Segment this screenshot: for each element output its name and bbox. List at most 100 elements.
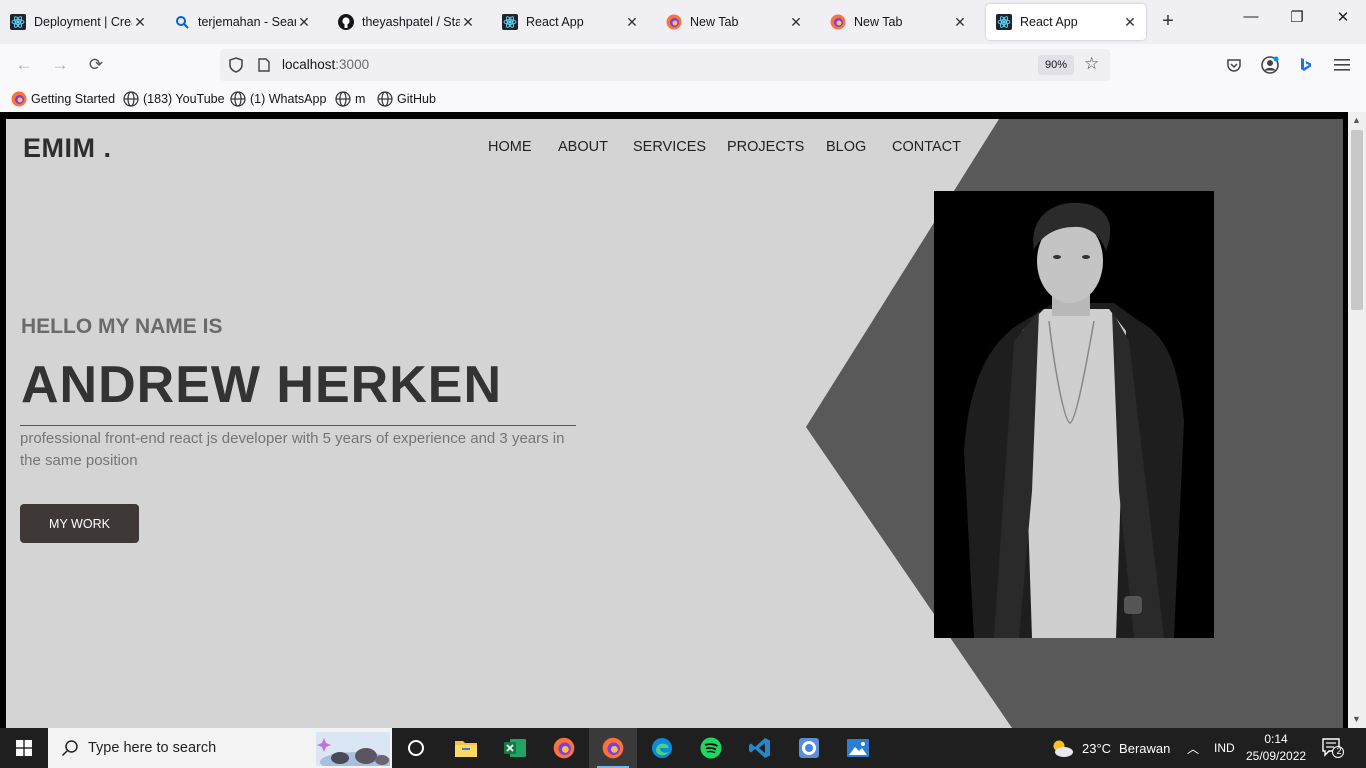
shield-icon[interactable] (229, 57, 243, 78)
tab-title: Deployment | Create (34, 15, 132, 29)
taskbar-spotify[interactable] (687, 728, 735, 768)
show-hidden-icons-button[interactable]: ︿ (1187, 728, 1199, 768)
close-tab-icon[interactable]: ✕ (460, 14, 476, 31)
bing-icon[interactable] (1296, 55, 1316, 75)
restore-button[interactable]: ❐ (1274, 8, 1320, 26)
back-button[interactable]: ← (12, 54, 36, 76)
nav-blog[interactable]: BLOG (826, 139, 866, 155)
firefox-icon (553, 737, 575, 759)
taskbar-search-box[interactable]: Type here to search (48, 728, 392, 768)
photos-icon (847, 739, 869, 757)
bookmark-label: (1) WhatsApp (250, 92, 327, 106)
tab-title: terjemahan - Search (198, 15, 296, 29)
tab-terjemahan[interactable]: terjemahan - Search ✕ (164, 4, 320, 40)
scroll-up-icon[interactable]: ▲ (1352, 115, 1361, 125)
chevron-up-icon: ︿ (1187, 741, 1200, 756)
zoom-level[interactable]: 90% (1038, 55, 1075, 75)
taskbar-firefox[interactable] (540, 728, 588, 768)
react-icon (502, 14, 518, 30)
bookmark-whatsapp[interactable]: (1) WhatsApp (230, 91, 326, 107)
taskbar-vscode[interactable] (736, 728, 784, 768)
clock[interactable]: 0:14 25/09/2022 (1246, 728, 1306, 768)
search-icon (174, 14, 190, 30)
firefox-icon (11, 91, 27, 107)
search-placeholder: Type here to search (88, 740, 217, 756)
edge-icon (652, 738, 672, 758)
firefox-icon (666, 14, 682, 30)
bookmark-youtube[interactable]: (183) YouTube (123, 91, 225, 107)
firefox-icon (830, 14, 846, 30)
search-icon (61, 740, 78, 757)
tab-title: New Tab (854, 15, 903, 29)
tab-react-app[interactable]: React App ✕ (492, 4, 648, 40)
scroll-down-icon[interactable]: ▼ (1352, 714, 1361, 724)
my-work-button[interactable]: MY WORK (20, 504, 139, 543)
account-icon[interactable] (1260, 55, 1280, 75)
navigation-toolbar: ← → ⟳ localhost:3000 90% ☆ (0, 44, 1366, 86)
clock-date: 25/09/2022 (1246, 749, 1307, 763)
tab-new-tab[interactable]: New Tab ✕ (820, 4, 976, 40)
reload-button[interactable]: ⟳ (84, 54, 108, 76)
bookmark-star-icon[interactable]: ☆ (1084, 54, 1099, 74)
globe-icon (377, 91, 393, 107)
close-tab-icon[interactable]: ✕ (296, 14, 312, 31)
url-text: localhost:3000 (282, 57, 369, 72)
nav-about[interactable]: ABOUT (558, 139, 608, 155)
chrome-icon (799, 738, 819, 758)
cortana-icon (408, 740, 424, 756)
forward-button[interactable]: → (48, 54, 72, 76)
pocket-icon[interactable] (1224, 55, 1244, 75)
close-tab-icon[interactable]: ✕ (952, 14, 968, 31)
taskbar-excel[interactable] (491, 728, 539, 768)
folder-icon (455, 741, 477, 757)
nav-contact[interactable]: CONTACT (892, 139, 961, 155)
weather-widget[interactable]: 23°C Berawan (1050, 728, 1170, 768)
taskbar-file-explorer[interactable] (442, 728, 490, 768)
tab-react-app-active[interactable]: React App ✕ (986, 4, 1146, 40)
tab-github[interactable]: theyashpatel / Starre ✕ (328, 4, 484, 40)
bookmark-label: GitHub (397, 92, 436, 106)
close-tab-icon[interactable]: ✕ (788, 14, 804, 31)
taskbar-firefox-active[interactable] (589, 728, 637, 768)
site-logo[interactable]: EMIM . (23, 133, 112, 164)
minimize-button[interactable]: — (1228, 8, 1274, 25)
notification-center-button[interactable]: 2 (1322, 728, 1344, 768)
close-tab-icon[interactable]: ✕ (132, 14, 148, 31)
excel-icon (504, 739, 526, 757)
tab-deployment[interactable]: Deployment | Create ✕ (0, 4, 156, 40)
windows-logo-icon (16, 740, 32, 756)
nav-services[interactable]: SERVICES (633, 139, 706, 155)
page-scrollbar[interactable]: ▲ ▼ (1348, 112, 1366, 728)
menu-icon[interactable] (1332, 55, 1352, 75)
start-button[interactable] (0, 728, 48, 768)
search-highlight-illustration (316, 732, 390, 766)
bookmark-getting-started[interactable]: Getting Started (11, 91, 115, 107)
tab-new-tab[interactable]: New Tab ✕ (656, 4, 812, 40)
taskbar-chrome[interactable] (785, 728, 833, 768)
close-tab-icon[interactable]: ✕ (624, 14, 640, 31)
tab-strip: Deployment | Create ✕ terjemahan - Searc… (0, 0, 1366, 44)
url-bar[interactable]: localhost:3000 90% ☆ (220, 49, 1110, 81)
vscode-icon (749, 738, 770, 758)
hero-greeting: HELLO MY NAME IS (21, 315, 223, 338)
nav-home[interactable]: HOME (488, 139, 532, 155)
bookmark-m[interactable]: m (335, 91, 365, 107)
language-indicator[interactable]: IND (1214, 728, 1235, 768)
portfolio-page: EMIM . HOME ABOUT SERVICES PROJECTS BLOG… (6, 119, 1343, 728)
bookmark-label: m (355, 92, 366, 106)
close-tab-icon[interactable]: ✕ (1122, 14, 1138, 31)
taskbar-edge[interactable] (638, 728, 686, 768)
bookmark-github[interactable]: GitHub (377, 91, 436, 107)
close-window-button[interactable]: ✕ (1320, 8, 1366, 26)
taskbar-photos[interactable] (834, 728, 882, 768)
scrollbar-thumb[interactable] (1351, 130, 1363, 310)
nav-projects[interactable]: PROJECTS (727, 139, 804, 155)
page-viewport: EMIM . HOME ABOUT SERVICES PROJECTS BLOG… (0, 112, 1366, 728)
cortana-button[interactable] (392, 728, 440, 768)
react-icon (996, 14, 1012, 30)
tab-title: New Tab (690, 15, 739, 29)
github-icon (338, 14, 354, 30)
new-tab-button[interactable]: + (1156, 10, 1180, 33)
windows-taskbar: Type here to search 23°C Berawan ︿ IND 0… (0, 728, 1366, 768)
hero-divider (20, 425, 576, 426)
